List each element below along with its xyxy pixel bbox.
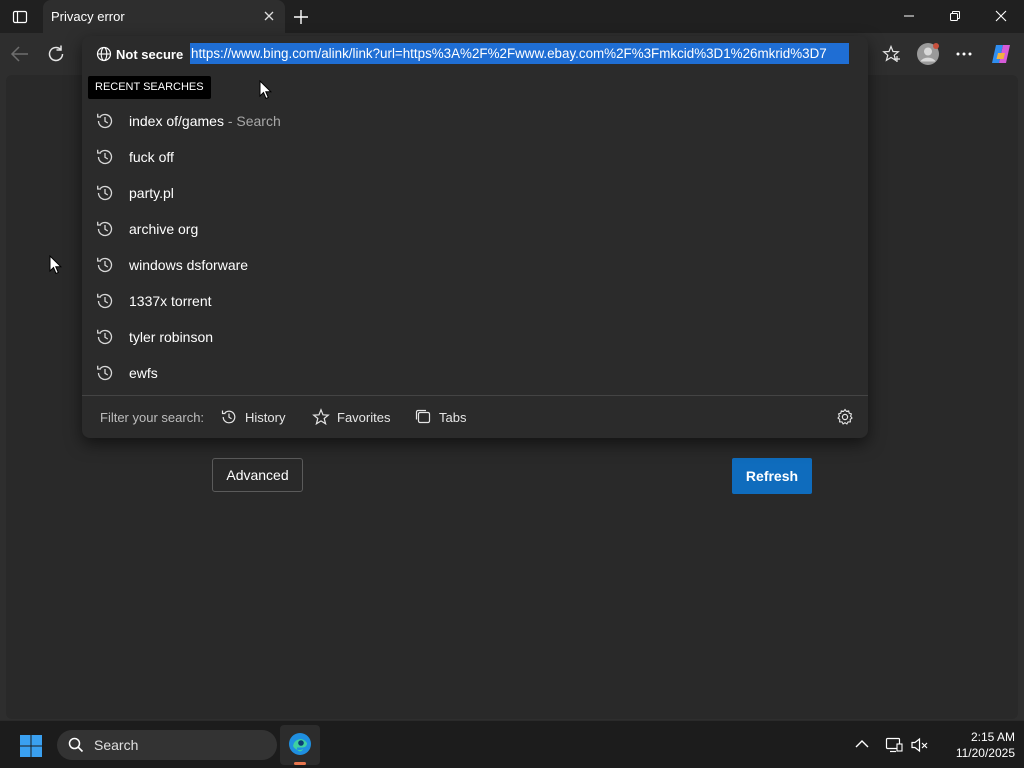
suggestion-item[interactable]: archive org: [82, 211, 868, 247]
edge-icon: [289, 733, 311, 755]
address-bar-dropdown: Not secure https://www.bing.com/alink/li…: [82, 36, 868, 438]
tab-title: Privacy error: [51, 9, 125, 24]
taskbar-search-label: Search: [94, 737, 139, 753]
suggestion-text: index of/games - Search: [129, 113, 281, 129]
restore-button[interactable]: [942, 5, 968, 27]
address-bar[interactable]: Not secure https://www.bing.com/alink/li…: [82, 36, 868, 72]
recent-searches-label: RECENT SEARCHES: [88, 76, 211, 99]
favorites-button[interactable]: [880, 42, 904, 66]
suggestion-query: archive org: [129, 221, 199, 237]
filter-tabs[interactable]: Tabs: [414, 407, 466, 427]
copilot-icon: [992, 45, 1010, 63]
tab-actions-button[interactable]: [8, 6, 32, 28]
suggestion-query: fuck off: [129, 149, 174, 165]
clock-time: 2:15 AM: [970, 730, 1015, 744]
close-window-icon: [995, 10, 1007, 22]
active-tab[interactable]: Privacy error: [43, 0, 285, 33]
new-tab-icon[interactable]: [290, 6, 312, 28]
edge-taskbar-button[interactable]: [280, 725, 320, 765]
history-icon: [97, 257, 113, 273]
suggestion-query: tyler robinson: [129, 329, 214, 345]
volume-muted-icon[interactable]: [910, 736, 930, 754]
chevron-up-icon[interactable]: [854, 738, 870, 750]
close-window-button[interactable]: [988, 5, 1014, 27]
copilot-button[interactable]: [989, 42, 1013, 66]
suggestion-query: index of/games: [129, 113, 224, 129]
suggestion-query: windows dsforware: [129, 257, 249, 273]
tabs-icon: [415, 409, 431, 424]
favorites-star-icon: [882, 44, 900, 62]
site-info-button[interactable]: Not secure: [96, 45, 183, 63]
history-icon: [97, 149, 113, 165]
suggestion-text: tyler robinson: [129, 329, 213, 345]
suggestion-text: ewfs: [129, 365, 158, 381]
minimize-icon: [904, 15, 914, 17]
mouse-cursor-secondary: [49, 255, 63, 275]
windows-start-icon[interactable]: [19, 734, 43, 758]
filter-history[interactable]: History: [220, 407, 285, 427]
gear-icon[interactable]: [835, 407, 855, 427]
suggestion-query: 1337x torrent: [129, 293, 212, 309]
suggestion-item[interactable]: party.pl: [82, 175, 868, 211]
close-tab-icon[interactable]: [262, 9, 276, 23]
network-icon[interactable]: [884, 736, 904, 754]
history-icon: [97, 293, 113, 309]
suggestion-query: ewfs: [129, 365, 158, 381]
url-input[interactable]: https://www.bing.com/alink/link?url=http…: [190, 43, 849, 64]
more-options-icon: [956, 52, 972, 56]
taskbar: Search 2:15 AM 11/20/2025: [0, 720, 1024, 768]
refresh-page-button[interactable]: Refresh: [732, 458, 812, 494]
suggestion-item[interactable]: fuck off: [82, 139, 868, 175]
back-arrow-icon[interactable]: [8, 43, 32, 65]
history-icon: [97, 329, 113, 345]
suggestion-item[interactable]: index of/games - Search: [82, 103, 868, 139]
minimize-button[interactable]: [896, 5, 922, 27]
filter-tabs-label: Tabs: [439, 409, 467, 425]
suggestion-text: 1337x torrent: [129, 293, 212, 309]
suggestion-item[interactable]: 1337x torrent: [82, 283, 868, 319]
suggestion-text: archive org: [129, 221, 198, 237]
suggestion-text: windows dsforware: [129, 257, 248, 273]
globe-icon: [96, 46, 112, 62]
filter-favorites[interactable]: Favorites: [312, 407, 390, 427]
suggestion-item[interactable]: tyler robinson: [82, 319, 868, 355]
suggestion-hint: - Search: [223, 113, 281, 129]
advanced-button[interactable]: Advanced: [212, 458, 303, 492]
filter-favorites-label: Favorites: [337, 409, 391, 425]
suggestion-text: party.pl: [129, 185, 174, 201]
history-icon: [221, 410, 236, 424]
profile-button[interactable]: [916, 42, 940, 66]
taskbar-search[interactable]: Search: [57, 730, 277, 760]
restore-icon: [950, 11, 960, 21]
mouse-cursor: [259, 80, 273, 100]
settings-more-button[interactable]: [952, 42, 976, 66]
refresh-icon[interactable]: [44, 42, 68, 66]
filter-label: Filter your search:: [100, 410, 205, 425]
tab-strip: Privacy error: [0, 0, 1024, 33]
security-status: Not secure: [116, 46, 184, 62]
running-indicator: [294, 762, 306, 765]
avatar-icon: [917, 43, 939, 65]
history-icon: [97, 185, 113, 201]
history-icon: [97, 221, 113, 237]
clock-date: 11/20/2025: [955, 746, 1015, 760]
filter-history-label: History: [245, 409, 286, 425]
suggestion-item[interactable]: windows dsforware: [82, 247, 868, 283]
system-clock[interactable]: 2:15 AM 11/20/2025: [935, 729, 1015, 761]
filter-bar: Filter your search: History Favorites Ta…: [82, 396, 868, 438]
history-icon: [97, 113, 113, 129]
history-icon: [97, 365, 113, 381]
search-icon: [68, 737, 84, 753]
tab-actions-icon: [12, 10, 28, 24]
star-icon: [312, 408, 330, 426]
suggestion-text: fuck off: [129, 149, 174, 165]
suggestion-item[interactable]: ewfs: [82, 355, 868, 391]
suggestion-query: party.pl: [129, 185, 174, 201]
